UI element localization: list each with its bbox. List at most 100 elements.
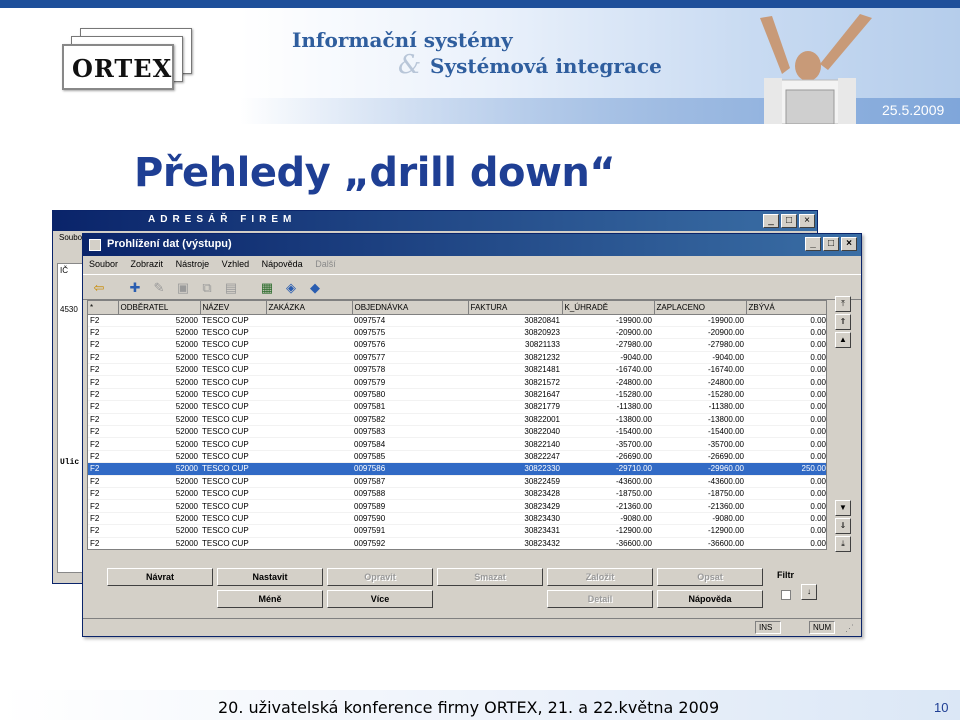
table-row[interactable]: F2 52000 TESCO CUP 0097583 30822040 -15400.00… — [88, 425, 826, 439]
table-cell: 52000 — [118, 499, 200, 513]
button-napoveda[interactable]: Nápověda — [657, 590, 763, 608]
vertical-scrollbar[interactable]: ⤒ ⇑ ▲ ▼ ⇓ ⤓ — [835, 296, 853, 554]
button-mene[interactable]: Méně — [217, 590, 323, 608]
back-label-number: 4530 — [60, 305, 78, 314]
data-grid[interactable]: * ODBĚRATEL NÁZEV ZAKÁZKA OBJEDNÁVKA FAK… — [87, 300, 827, 550]
scroll-up-icon[interactable]: ▲ — [835, 332, 851, 348]
column-header[interactable]: ODBĚRATEL — [118, 301, 201, 315]
table-cell: -15400.00 — [562, 425, 654, 439]
table-cell — [266, 499, 352, 513]
table-cell: 0.00 — [746, 400, 826, 414]
table-row[interactable]: F2 52000 TESCO CUP 0097579 30821572 -24800.00… — [88, 375, 826, 389]
menu-soubor[interactable]: Soubor — [89, 259, 118, 269]
export-icon[interactable]: ◆ — [305, 278, 325, 298]
edit-record-icon[interactable]: ✎ — [149, 278, 169, 298]
column-header[interactable]: NÁZEV — [200, 301, 267, 315]
button-zalozit[interactable]: Založit — [547, 568, 653, 586]
column-header[interactable]: ZAPLACENO — [654, 301, 747, 315]
delete-record-icon[interactable]: ▤ — [221, 278, 241, 298]
table-row[interactable]: F2 52000 TESCO CUP 0097590 30823430 -9080.00-… — [88, 512, 826, 526]
maximize-button[interactable]: □ — [823, 237, 839, 251]
button-smazat[interactable]: Smazat — [437, 568, 543, 586]
back-menu-soubor[interactable]: Soubor — [59, 233, 85, 242]
logo-card-front: ORTEX — [62, 44, 174, 90]
table-row[interactable]: F2 52000 TESCO CUP 0097581 30821779 -11380.00… — [88, 400, 826, 414]
table-cell: -29710.00 — [562, 462, 654, 476]
button-opravit[interactable]: Opravit — [327, 568, 433, 586]
button-vice[interactable]: Více — [327, 590, 433, 608]
table-row[interactable]: F2 52000 TESCO CUP 0097586 30822330 -29710.00… — [88, 462, 826, 476]
column-header[interactable]: ZBÝVÁ — [746, 301, 826, 315]
table-row[interactable]: F2 52000 TESCO CUP 0097574 30820841 -19900.00… — [88, 314, 826, 327]
resize-grip-icon[interactable]: ⋰ — [845, 623, 854, 634]
table-cell: F2 — [88, 400, 118, 414]
column-header[interactable]: K_ÚHRADĚ — [562, 301, 655, 315]
banner-tagline-2: Systémová integrace — [430, 54, 662, 78]
save-record-icon[interactable]: ▣ — [173, 278, 193, 298]
table-cell: -11380.00 — [562, 400, 654, 414]
grid-view-icon[interactable]: ▦ — [257, 278, 277, 298]
table-cell: 30822001 — [468, 413, 562, 427]
back-minimize-button[interactable]: _ — [763, 214, 779, 228]
back-maximize-button[interactable]: □ — [781, 214, 797, 228]
slide-title: Přehledy „drill down“ — [134, 150, 616, 196]
menu-nastroje[interactable]: Nástroje — [176, 259, 210, 269]
menu-napoveda[interactable]: Nápověda — [262, 259, 303, 269]
table-cell: -20900.00 — [562, 326, 654, 340]
new-record-icon[interactable]: ✚ — [125, 278, 145, 298]
column-header[interactable]: FAKTURA — [468, 301, 563, 315]
table-row[interactable]: F2 52000 TESCO CUP 0097580 30821647 -15280.00… — [88, 388, 826, 402]
table-row[interactable]: F2 52000 TESCO CUP 0097585 30822247 -26690.00… — [88, 450, 826, 464]
filter-dropdown-icon[interactable]: ↓ — [801, 584, 817, 600]
table-row[interactable]: F2 52000 TESCO CUP 0097591 30823431 -12900.00… — [88, 524, 826, 538]
button-navrat[interactable]: Návrat — [107, 568, 213, 586]
column-header[interactable]: OBJEDNÁVKA — [352, 301, 469, 315]
table-cell: -15400.00 — [654, 425, 746, 439]
table-row[interactable]: F2 52000 TESCO CUP 0097575 30820923 -20900.00… — [88, 326, 826, 340]
table-row[interactable]: F2 52000 TESCO CUP 0097589 30823429 -21360.00… — [88, 499, 826, 513]
table-cell: 30823431 — [468, 524, 562, 538]
back-close-button[interactable]: × — [799, 214, 815, 228]
table-cell: 0.00 — [746, 537, 826, 549]
menu-vzhled[interactable]: Vzhled — [222, 259, 250, 269]
filter-checkbox[interactable] — [781, 590, 791, 600]
table-row[interactable]: F2 52000 TESCO CUP 0097592 30823432 -36600.00… — [88, 537, 826, 549]
button-detail[interactable]: Detail — [547, 590, 653, 608]
scroll-bottom-icon[interactable]: ⤓ — [835, 536, 851, 552]
button-nastavit[interactable]: Nastavit — [217, 568, 323, 586]
table-header-row: * ODBĚRATEL NÁZEV ZAKÁZKA OBJEDNÁVKA FAK… — [88, 301, 826, 315]
menu-zobrazit[interactable]: Zobrazit — [131, 259, 164, 269]
scroll-page-down-icon[interactable]: ⇓ — [835, 518, 851, 534]
table-row[interactable]: F2 52000 TESCO CUP 0097584 30822140 -35700.00… — [88, 437, 826, 451]
table-cell: 0.00 — [746, 524, 826, 538]
scroll-down-icon[interactable]: ▼ — [835, 500, 851, 516]
scroll-page-up-icon[interactable]: ⇑ — [835, 314, 851, 330]
back-arrow-icon[interactable]: ⇦ — [89, 278, 109, 298]
copy-record-icon[interactable]: ⧉ — [197, 278, 217, 298]
back-label-ulice: Ulic — [60, 458, 80, 467]
table-row[interactable]: F2 52000 TESCO CUP 0097587 30822459 -43600.00… — [88, 475, 826, 488]
table-cell: 0097592 — [352, 537, 468, 549]
table-cell: 0.00 — [746, 338, 826, 352]
table-cell: F2 — [88, 437, 118, 451]
column-header[interactable]: * — [88, 301, 119, 315]
menu-dalsi[interactable]: Další — [315, 259, 336, 269]
banner-ampersand: & — [398, 50, 422, 80]
minimize-button[interactable]: _ — [805, 237, 821, 251]
column-header[interactable]: ZAKÁZKA — [266, 301, 353, 315]
table-row[interactable]: F2 52000 TESCO CUP 0097577 30821232 -9040.00-… — [88, 351, 826, 365]
data-view-title: Prohlížení dat (výstupu) — [107, 238, 232, 250]
table-row[interactable]: F2 52000 TESCO CUP 0097576 30821133 -27980.00… — [88, 338, 826, 352]
filter-icon[interactable]: ◈ — [281, 278, 301, 298]
table-cell — [266, 475, 352, 488]
table-cell: 0097587 — [352, 475, 468, 488]
table-cell: TESCO CUP — [200, 537, 266, 549]
scroll-top-icon[interactable]: ⤒ — [835, 296, 851, 312]
button-opsat[interactable]: Opsat — [657, 568, 763, 586]
table-cell: 52000 — [118, 425, 200, 439]
table-row[interactable]: F2 52000 TESCO CUP 0097578 30821481 -16740.00… — [88, 363, 826, 377]
close-button[interactable]: × — [841, 237, 857, 251]
table-cell: 52000 — [118, 363, 200, 377]
table-row[interactable]: F2 52000 TESCO CUP 0097582 30822001 -13800.00… — [88, 413, 826, 427]
table-row[interactable]: F2 52000 TESCO CUP 0097588 30823428 -18750.00… — [88, 487, 826, 501]
